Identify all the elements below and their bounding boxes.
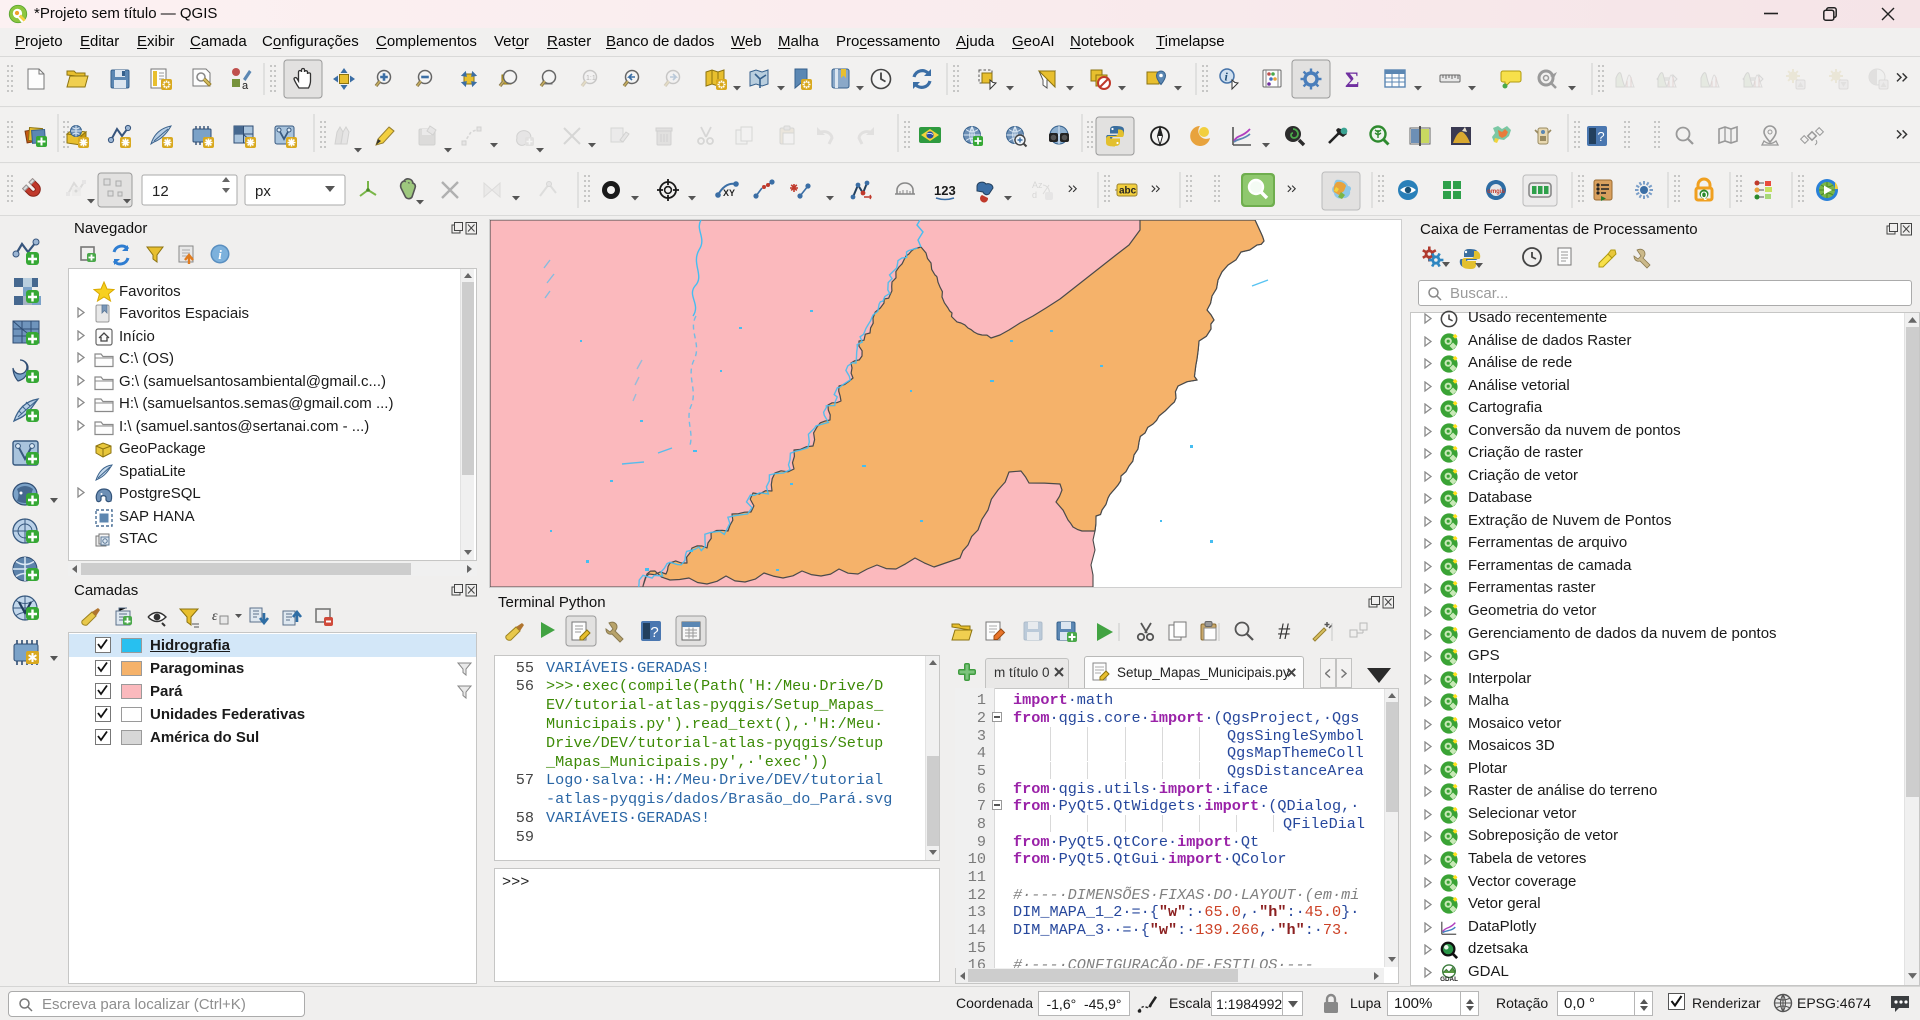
svg-text:d: d: [1032, 190, 1037, 200]
svg-text:1:1: 1:1: [586, 75, 596, 82]
svg-text:ε: ε: [212, 609, 218, 624]
svg-text:123: 123: [934, 183, 956, 198]
svg-text:#: #: [1278, 620, 1291, 644]
svg-text:Az: Az: [1032, 180, 1043, 190]
svg-text:px: px: [255, 183, 271, 200]
svg-text:a: a: [242, 80, 249, 92]
svg-text:XY: XY: [723, 188, 735, 198]
svg-text:?: ?: [650, 624, 658, 641]
svg-text:Σ: Σ: [1345, 67, 1359, 92]
svg-text:12: 12: [152, 183, 169, 200]
svg-text:i: i: [218, 247, 222, 262]
svg-text:GDAL: GDAL: [1440, 976, 1458, 982]
svg-text:?: ?: [1597, 129, 1604, 144]
svg-text:abc: abc: [1119, 186, 1137, 197]
svg-text:Q: Q: [1700, 190, 1707, 200]
svg-text:omgis: omgis: [1487, 189, 1505, 195]
